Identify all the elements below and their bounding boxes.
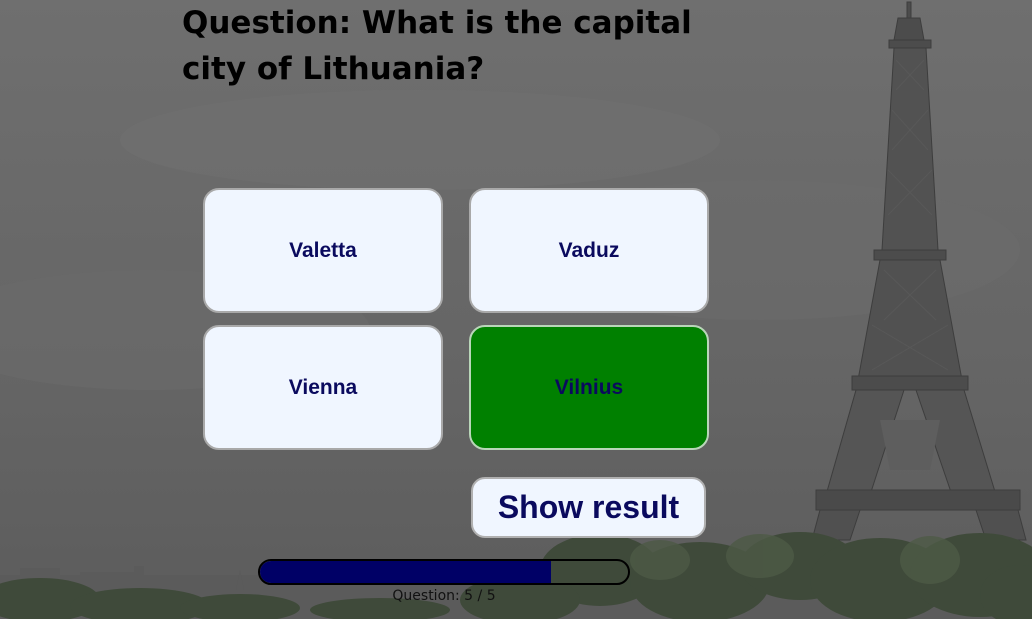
answer-button-4-correct[interactable]: Vilnius bbox=[469, 325, 709, 450]
show-result-button[interactable]: Show result bbox=[471, 477, 706, 538]
answer-button-1[interactable]: Valetta bbox=[203, 188, 443, 313]
progress-bar-fill bbox=[260, 561, 551, 583]
progress-bar bbox=[258, 559, 630, 585]
question-text: Question: What is the capital city of Li… bbox=[182, 5, 692, 87]
progress-label: Question: 5 / 5 bbox=[392, 588, 496, 604]
answer-button-3[interactable]: Vienna bbox=[203, 325, 443, 450]
answer-button-2[interactable]: Vaduz bbox=[469, 188, 709, 313]
